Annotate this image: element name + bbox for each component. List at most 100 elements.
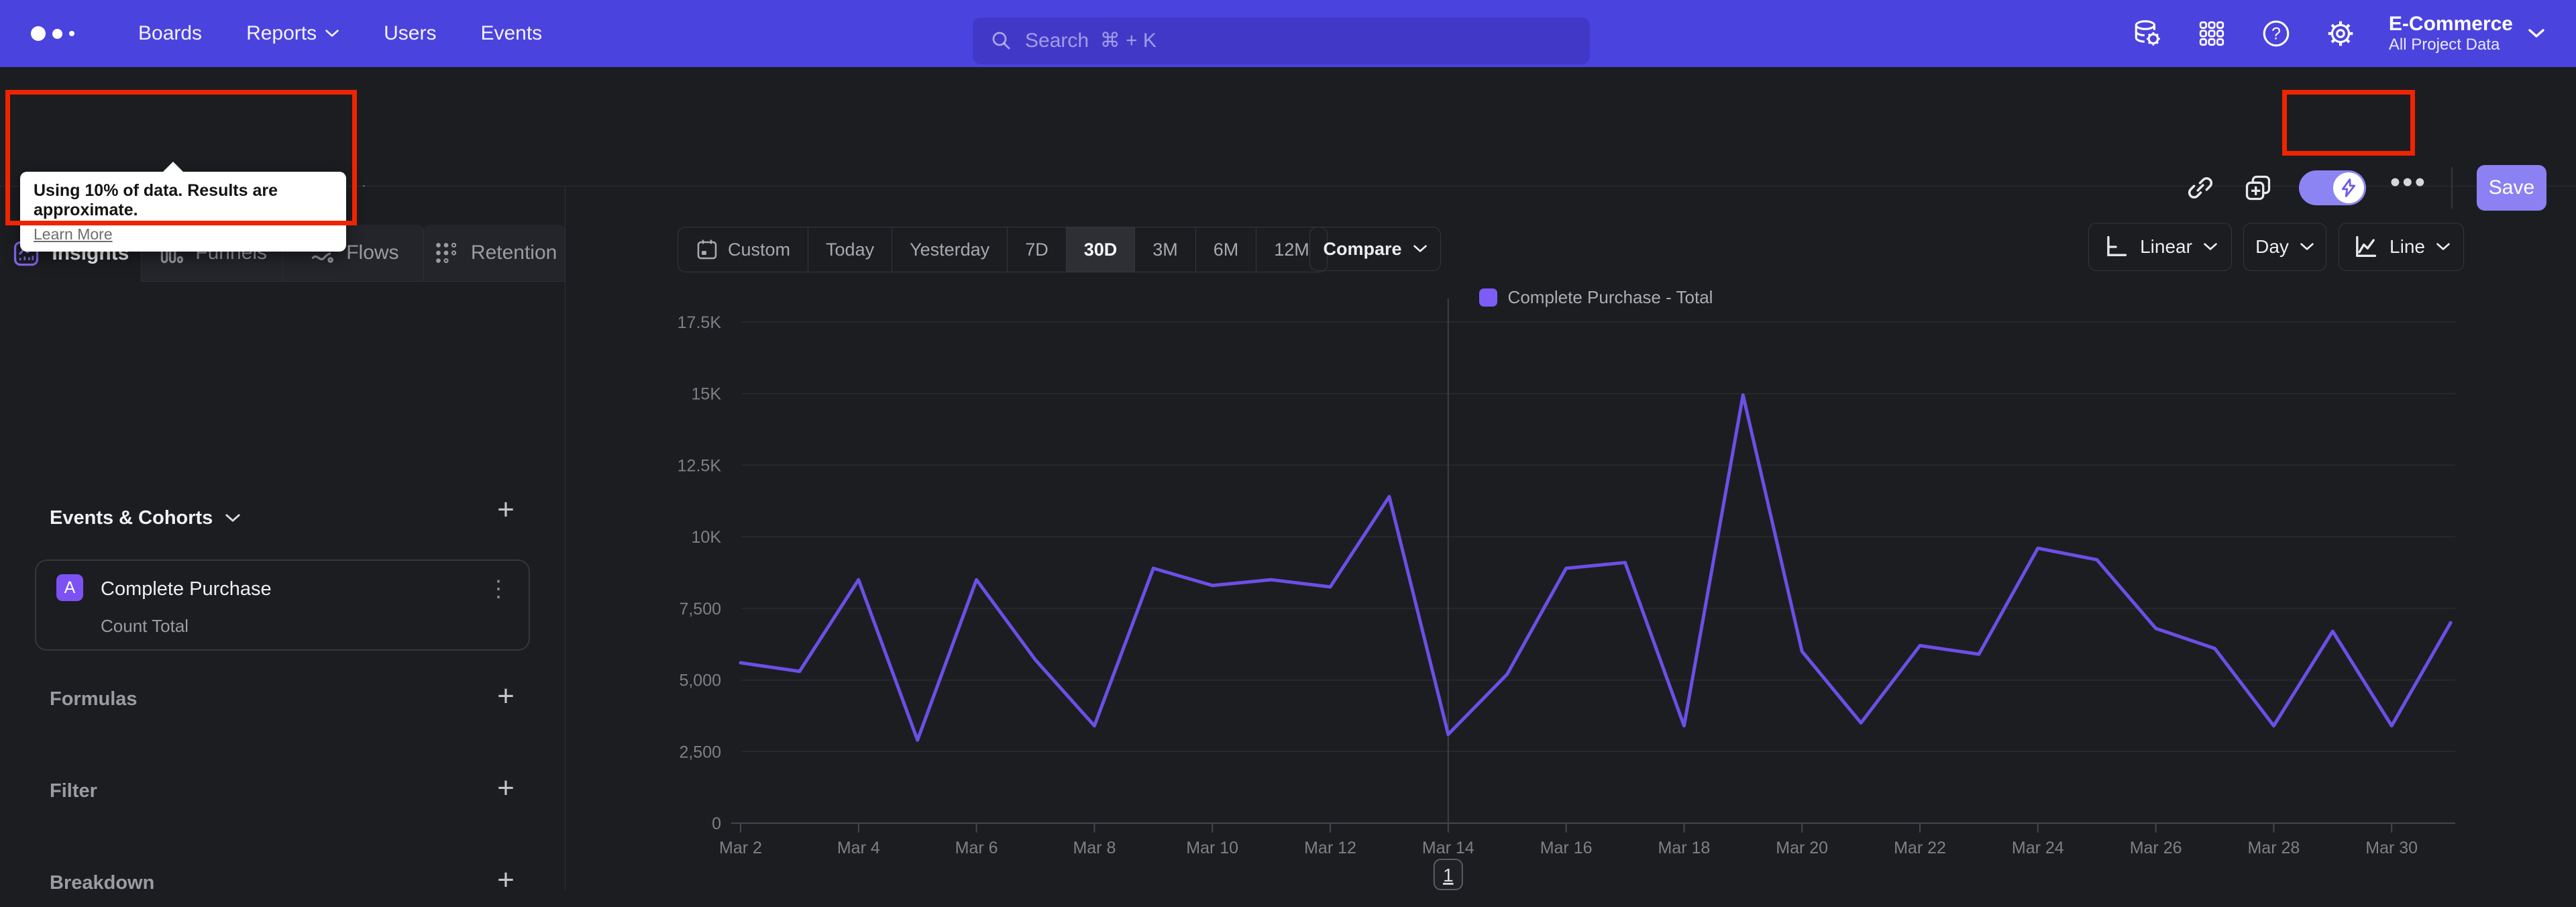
- y-tick-label: 10K: [692, 528, 722, 547]
- x-tick-label: Mar 4: [837, 839, 880, 857]
- scale-label: Linear: [2140, 236, 2192, 257]
- x-tick-label: Mar 2: [719, 839, 762, 857]
- project-scope: All Project Data: [2388, 36, 2500, 54]
- x-tick-label: Mar 8: [1073, 839, 1116, 857]
- x-tick-label: Mar 6: [955, 839, 998, 857]
- x-tick-label: Mar 28: [2247, 839, 2300, 857]
- mixpanel-logo-icon[interactable]: [31, 26, 111, 41]
- x-tick-label: Mar 30: [2365, 839, 2418, 857]
- nav-item-boards[interactable]: Boards: [138, 22, 202, 45]
- range-label: Yesterday: [910, 239, 990, 260]
- x-tick-label: Mar 20: [1776, 839, 1828, 857]
- save-button[interactable]: Save: [2477, 165, 2546, 211]
- help-icon[interactable]: ?: [2260, 17, 2292, 50]
- nav-right: ? E-Commerce All Project Data: [2131, 0, 2545, 67]
- learn-more-link[interactable]: Learn More: [34, 225, 113, 244]
- query-sidebar: Insights Funnels Flows Retention Events & C…: [0, 186, 566, 895]
- project-name: E-Commerce: [2388, 13, 2513, 35]
- add-filter-button[interactable]: +: [491, 773, 521, 804]
- tooltip-text: Using 10% of data. Results are approxima…: [34, 181, 278, 219]
- annotation-badge[interactable]: [1433, 859, 1463, 890]
- y-tick-label: 15K: [692, 385, 722, 404]
- duplicate-icon[interactable]: [2241, 171, 2275, 205]
- linear-axis-icon: [2102, 233, 2129, 260]
- y-tick-label: 12.5K: [678, 456, 722, 475]
- x-tick-label: Mar 26: [2130, 839, 2182, 857]
- scale-dropdown[interactable]: Linear: [2088, 223, 2232, 271]
- svg-text:?: ?: [2271, 24, 2281, 43]
- section-label: Filter: [50, 780, 97, 802]
- x-tick-label: Mar 16: [1540, 839, 1593, 857]
- apps-grid-icon[interactable]: [2196, 17, 2228, 50]
- nav-item-users[interactable]: Users: [384, 22, 436, 45]
- chevron-down-icon: [325, 29, 339, 38]
- compare-button[interactable]: Compare: [1309, 227, 1441, 271]
- chevron-down-icon: [225, 513, 241, 523]
- calendar-icon: [696, 238, 718, 261]
- line-chart-icon: [2352, 233, 2379, 260]
- range-label: Custom: [728, 239, 791, 260]
- add-event-button[interactable]: +: [491, 495, 521, 526]
- range-30d[interactable]: 30D: [1066, 227, 1136, 272]
- retention-icon: [432, 239, 460, 267]
- divider: [2451, 167, 2453, 209]
- data-management-icon[interactable]: [2131, 17, 2163, 50]
- y-tick-label: 0: [712, 814, 721, 833]
- settings-gear-icon[interactable]: [2324, 17, 2357, 50]
- legend-label: Complete Purchase - Total: [1507, 287, 1713, 307]
- y-tick-label: 5,000: [679, 672, 721, 690]
- lightning-bolt-icon: [2332, 172, 2364, 203]
- project-switcher[interactable]: E-Commerce All Project Data: [2389, 13, 2545, 54]
- events-cohorts-header[interactable]: Events & Cohorts: [50, 507, 241, 529]
- series-letter-badge: A: [56, 574, 83, 601]
- interval-dropdown[interactable]: Day: [2243, 223, 2326, 271]
- add-breakdown-button[interactable]: +: [491, 865, 521, 896]
- search-icon: [990, 30, 1013, 52]
- x-tick-label: Mar 12: [1304, 839, 1356, 857]
- y-tick-label: 7,500: [679, 600, 721, 619]
- search-input-wrap[interactable]: [973, 17, 1590, 64]
- range-label: 30D: [1083, 239, 1118, 260]
- event-menu-icon[interactable]: ⋮: [487, 576, 510, 602]
- tab-label: Retention: [470, 242, 557, 264]
- add-formulas-button[interactable]: +: [491, 682, 521, 712]
- tab-retention[interactable]: Retention: [424, 225, 566, 282]
- range-3m[interactable]: 3M: [1135, 227, 1196, 272]
- y-tick-label: 2,500: [679, 743, 721, 761]
- range-label: 6M: [1213, 239, 1239, 260]
- x-tick-label: Mar 10: [1186, 839, 1238, 857]
- section-label: Formulas: [50, 688, 138, 710]
- x-tick-label: Mar 18: [1658, 839, 1710, 857]
- y-tick-label: 17.5K: [678, 313, 722, 332]
- search-input[interactable]: [1024, 29, 1572, 53]
- legend-swatch: [1479, 288, 1497, 307]
- more-menu-button[interactable]: •••: [2390, 168, 2427, 203]
- tab-label: Flows: [346, 242, 399, 264]
- legend-item[interactable]: Complete Purchase - Total: [1479, 287, 1713, 308]
- range-6m[interactable]: 6M: [1196, 227, 1257, 272]
- range-label: Today: [826, 239, 875, 260]
- chevron-down-icon: [2203, 242, 2218, 252]
- range-custom[interactable]: Custom: [678, 227, 809, 272]
- report-header: Untitled Sampled + Add description... ••…: [0, 67, 2576, 212]
- range-7d[interactable]: 7D: [1008, 227, 1067, 272]
- chevron-down-icon: [1413, 244, 1428, 254]
- range-today[interactable]: Today: [808, 227, 893, 272]
- chart-type-dropdown[interactable]: Line: [2339, 223, 2464, 271]
- range-label: 12M: [1274, 239, 1309, 260]
- range-yesterday[interactable]: Yesterday: [892, 227, 1008, 272]
- section-breakdown: Breakdown +: [0, 865, 566, 907]
- event-name[interactable]: Complete Purchase: [101, 578, 272, 600]
- section-label: Breakdown: [50, 872, 155, 894]
- sampling-toggle[interactable]: [2298, 170, 2366, 205]
- share-link-icon[interactable]: [2184, 171, 2217, 205]
- chevron-down-icon: [2436, 242, 2451, 252]
- nav-item-reports[interactable]: Reports: [246, 22, 339, 45]
- top-nav: Boards Reports Users Events ? E-Commerce Al…: [0, 0, 2576, 67]
- event-metric[interactable]: Count Total: [101, 616, 189, 637]
- nav-item-events[interactable]: Events: [480, 22, 542, 45]
- header-actions: ••• Save: [2184, 162, 2546, 213]
- nav-items: Boards Reports Users Events: [138, 22, 542, 45]
- event-card[interactable]: A Complete Purchase Count Total ⋮: [35, 559, 530, 651]
- chevron-down-icon: [2528, 28, 2545, 39]
